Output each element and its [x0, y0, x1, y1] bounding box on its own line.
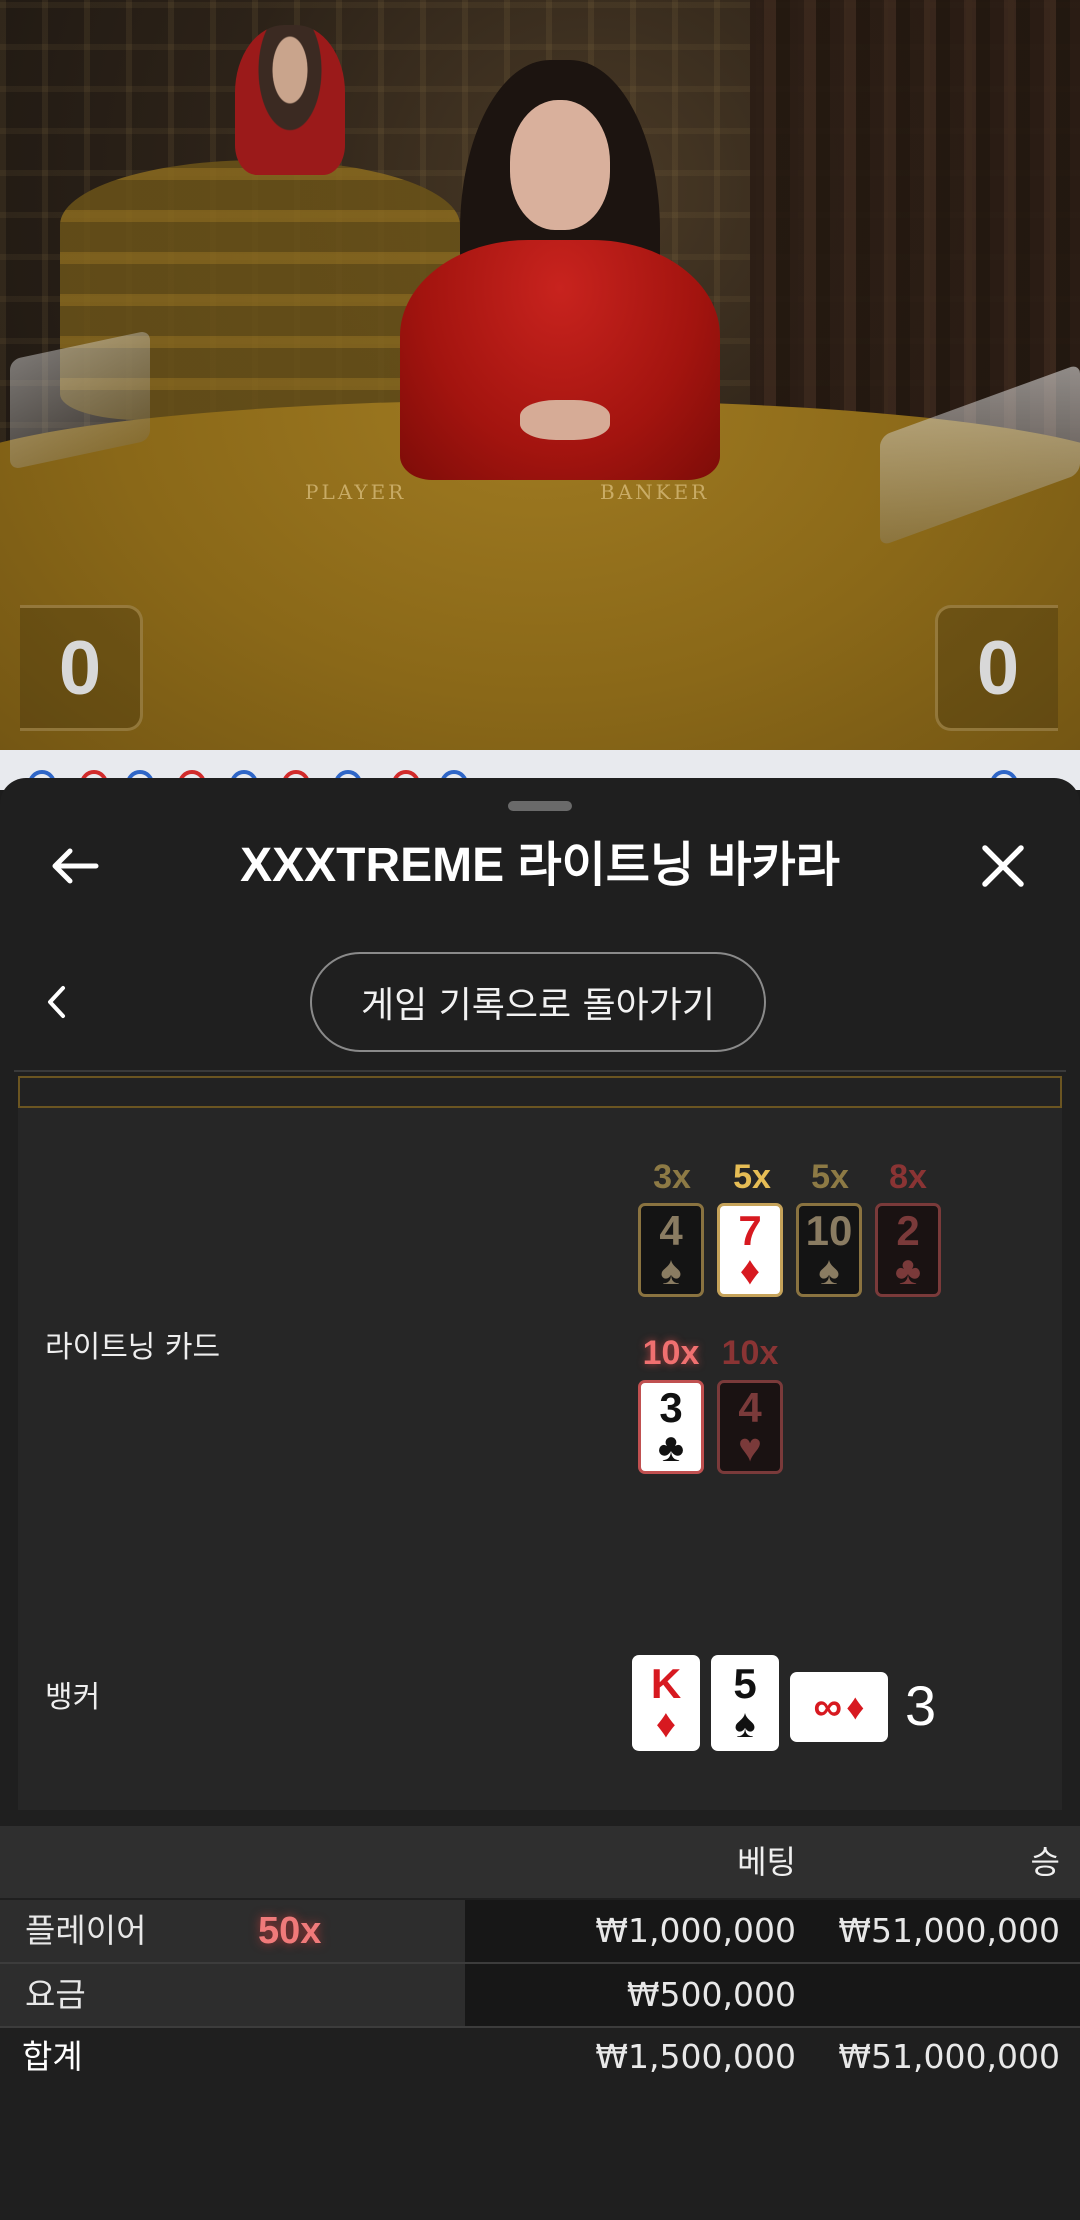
banker-side-card: ∞ ♦ — [790, 1672, 888, 1742]
previous-round-button[interactable] — [30, 972, 82, 1032]
background-dealer — [235, 25, 345, 175]
win-amount — [800, 1964, 1060, 2026]
infinity-icon: ∞ — [813, 1684, 843, 1729]
lightning-multiplier: 5x — [811, 1158, 849, 1196]
back-to-history-button[interactable]: 게임 기록으로 돌아가기 — [310, 952, 766, 1052]
banker-card: K ♦ — [632, 1655, 700, 1751]
column-header-win: 승 — [1030, 1843, 1060, 1881]
column-header-bet: 베팅 — [737, 1843, 796, 1881]
page-title: XXXTREME 라이트닝 바카라 — [240, 839, 840, 892]
lightning-multiplier: 10x — [721, 1334, 779, 1372]
bet-label: 플레이어 — [25, 1911, 147, 1950]
win-amount: ₩51,000,000 — [838, 1911, 1060, 1950]
lightning-cards-label: 라이트닝 카드 — [45, 1330, 221, 1365]
chevron-left-icon — [48, 986, 65, 1018]
felt-player-label: PLAYER — [305, 480, 407, 504]
lightning-card: 3 ♣ — [638, 1380, 704, 1474]
dealer — [400, 60, 720, 480]
diamond-icon: ♦ — [846, 1686, 865, 1727]
bet-label: 요금 — [25, 1975, 86, 2014]
close-button[interactable] — [958, 832, 1048, 900]
divider — [14, 1070, 1066, 1072]
banker-score-box: 0 — [935, 605, 1058, 731]
banker-label: 뱅커 — [45, 1680, 101, 1715]
total-bet-amount: ₩1,500,000 — [595, 2037, 796, 2076]
bet-multiplier: 50x — [258, 1910, 322, 1952]
bet-amount: ₩500,000 — [626, 1975, 796, 2014]
sheet-drag-handle[interactable] — [508, 801, 572, 811]
lightning-multiplier: 5x — [733, 1158, 771, 1196]
lightning-multiplier: 10x — [642, 1334, 700, 1372]
close-x-icon — [982, 845, 1024, 887]
lightning-card: 4 ♥ — [717, 1380, 783, 1474]
result-banner — [18, 1076, 1062, 1108]
table-row: 플레이어 50x ₩1,000,000 ₩51,000,000 — [0, 1900, 1080, 1964]
total-label: 합계 — [22, 2037, 83, 2076]
total-win-amount: ₩51,000,000 — [838, 2037, 1060, 2076]
lightning-card: 7 ♦ — [717, 1203, 783, 1297]
banker-total: 3 — [905, 1674, 937, 1737]
bet-amount: ₩1,000,000 — [595, 1911, 796, 1950]
bets-table-header — [0, 1826, 1080, 1898]
lightning-card: 4 ♠ — [638, 1203, 704, 1297]
table-row: 요금 ₩500,000 — [0, 1964, 1080, 2028]
lightning-card: 2 ♣ — [875, 1203, 941, 1297]
banker-card: 5 ♠ — [711, 1655, 779, 1751]
lightning-card: 10 ♠ — [796, 1203, 862, 1297]
lightning-multiplier: 8x — [889, 1158, 927, 1196]
felt-banker-label: BANKER — [600, 480, 710, 504]
back-button[interactable] — [30, 832, 120, 900]
player-score: 0 — [20, 605, 143, 731]
live-video-feed: PLAYER BANKER 0 0 — [0, 0, 1080, 750]
lightning-multiplier: 3x — [653, 1158, 691, 1196]
arrow-left-icon — [52, 848, 99, 884]
